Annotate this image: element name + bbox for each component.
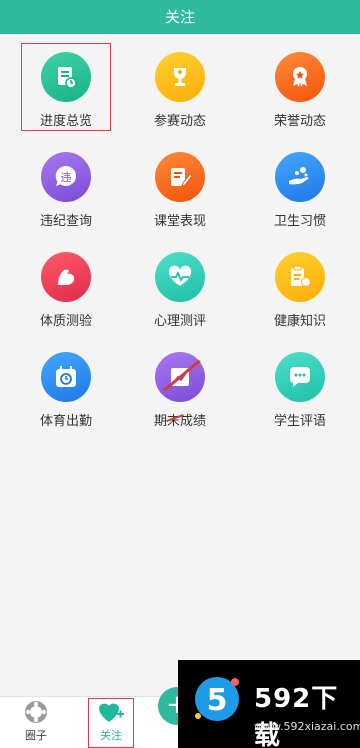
grid-item-competition-news[interactable]: 参赛动态 (136, 44, 224, 130)
svg-text:5: 5 (207, 683, 228, 718)
grid-item-class-performance[interactable]: 课堂表现 (136, 144, 224, 230)
header-bar: 关注 (0, 0, 360, 34)
grid-item-label: 违纪查询 (39, 214, 92, 229)
grid-item-label: 心理测评 (153, 314, 206, 329)
heartbeat-icon (155, 252, 205, 302)
grid-item-label: 学生评语 (273, 414, 326, 429)
watermark-url: www.592xiazai.com (254, 720, 360, 733)
grid-item-honor-news[interactable]: 荣誉动态 (256, 44, 344, 130)
watermark-title: 592下载 (254, 684, 339, 748)
grid-item-student-comments[interactable]: 学生评语 (256, 344, 344, 430)
tab-follow[interactable]: 关注 (88, 698, 134, 748)
medal-icon (275, 52, 325, 102)
grid-row: 违 违纪查询 课堂表现 卫生习惯 (0, 140, 360, 240)
grid-item-final-grades[interactable]: 期末成绩 (136, 344, 224, 430)
grid-item-physical-test[interactable]: 体质测验 (22, 244, 110, 330)
notebook-pen-icon (155, 152, 205, 202)
calendar-clock-icon (41, 352, 91, 402)
trophy-icon (155, 52, 205, 102)
muscle-arm-icon (41, 252, 91, 302)
grid-item-health-knowledge[interactable]: 健康知识 (256, 244, 344, 330)
grid-item-label: 课堂表现 (153, 214, 206, 229)
grid-item-label: 荣誉动态 (273, 114, 326, 129)
grid-row: 进度总览 参赛动态 荣誉动态 (0, 40, 360, 140)
grid-item-progress-overview[interactable]: 进度总览 (21, 43, 111, 131)
page-title: 关注 (164, 8, 195, 26)
grid-item-violation-query[interactable]: 违 违纪查询 (22, 144, 110, 230)
hand-wash-icon (275, 152, 325, 202)
grid-item-label: 健康知识 (273, 314, 326, 329)
grid-item-label: 卫生习惯 (273, 214, 326, 229)
grid-item-label: 体育出勤 (39, 414, 92, 429)
chart-report-icon (155, 352, 205, 402)
tab-label: 圈子 (25, 729, 47, 742)
grid-item-label: 体质测验 (39, 314, 92, 329)
grid-row: 体质测验 心理测评 健康知识 (0, 240, 360, 340)
grid-item-label: 期末成绩 (154, 410, 206, 429)
svg-text:违: 违 (61, 171, 72, 184)
clipboard-apple-icon (275, 252, 325, 302)
site-logo: 5 (195, 677, 239, 721)
grid-item-pe-attendance[interactable]: 体育出勤 (22, 344, 110, 430)
grid-row: 体育出勤 期末成绩 学生评语 (0, 340, 360, 440)
watermark: 5 592下载 www.592xiazai.com (178, 660, 360, 748)
circle-community-icon (25, 701, 47, 723)
grid-item-label: 进度总览 (39, 114, 92, 129)
grid-item-hygiene-habits[interactable]: 卫生习惯 (256, 144, 344, 230)
grid-item-psych-assessment[interactable]: 心理测评 (136, 244, 224, 330)
heart-plus-icon (99, 703, 124, 722)
violation-badge-icon: 违 (41, 152, 91, 202)
grid-item-label: 参赛动态 (153, 114, 206, 129)
chat-bubble-icon (275, 352, 325, 402)
tab-label: 关注 (100, 729, 122, 742)
progress-doc-icon (41, 52, 91, 102)
tab-circle[interactable]: 圈子 (14, 699, 58, 747)
